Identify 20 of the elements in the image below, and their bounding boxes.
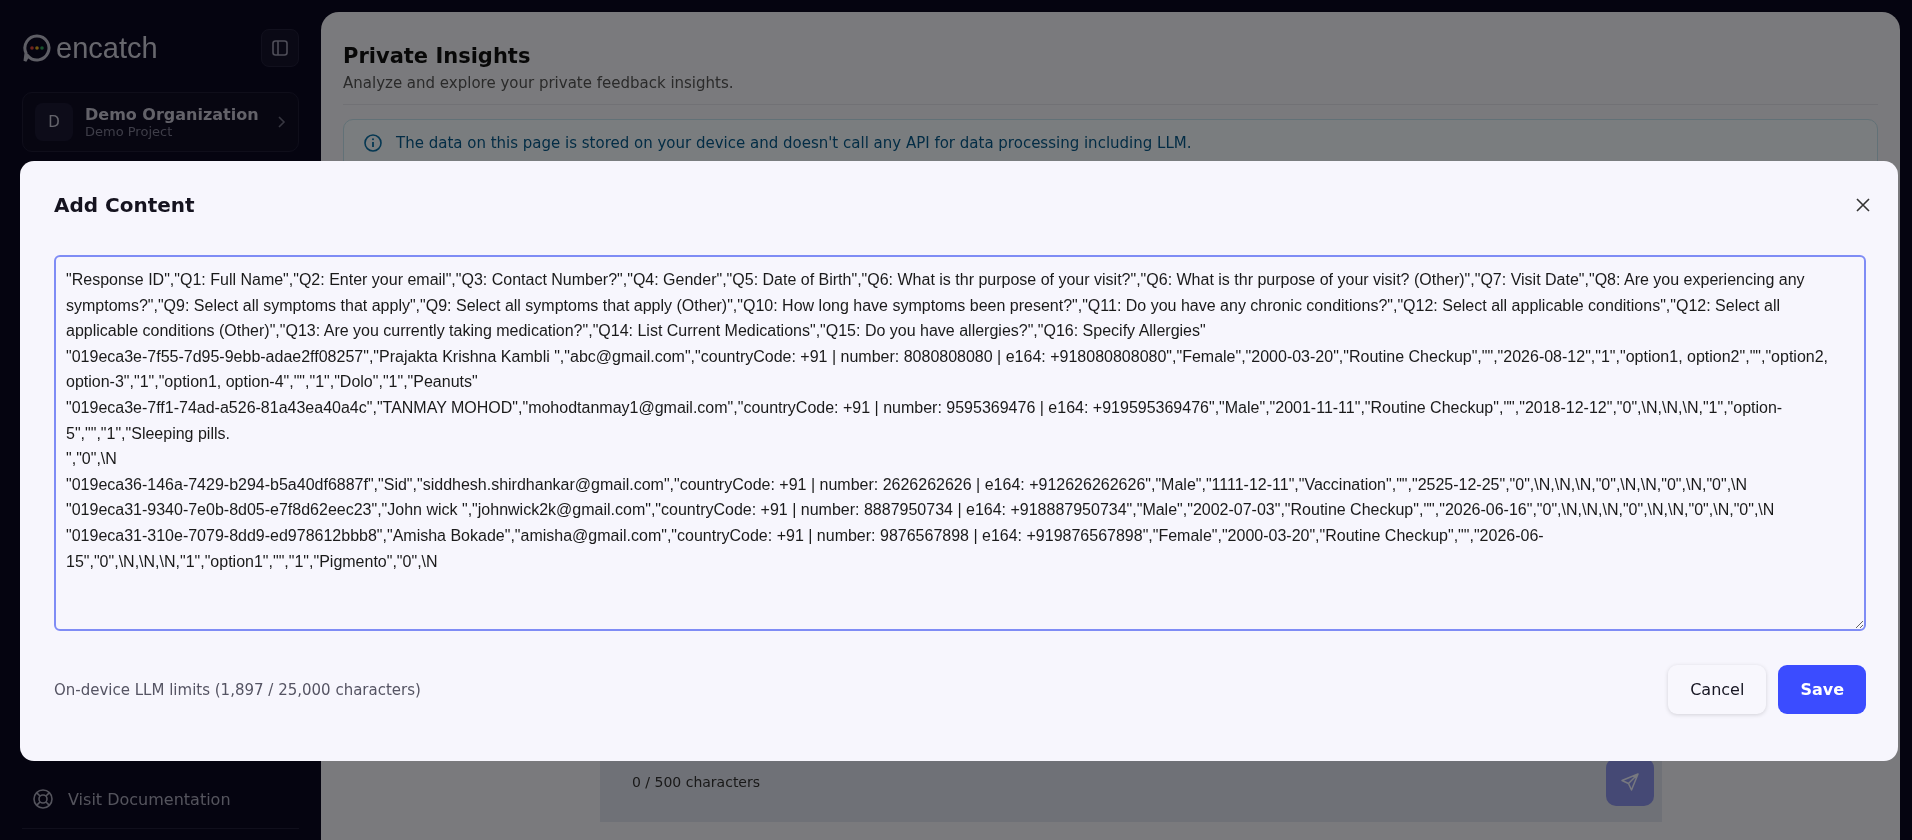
logo-text: encatch bbox=[56, 31, 158, 65]
chevron-right-icon bbox=[276, 115, 286, 129]
cancel-button[interactable]: Cancel bbox=[1668, 665, 1767, 714]
save-button[interactable]: Save bbox=[1778, 665, 1866, 714]
send-button[interactable] bbox=[1606, 758, 1654, 806]
info-icon bbox=[364, 134, 382, 152]
info-text: The data on this page is stored on your device and doesn't call any API for data processing including LLM. bbox=[396, 134, 1192, 152]
page-subtitle: Analyze and explore your private feedback insights. bbox=[343, 74, 735, 92]
organization-name: Demo Organization bbox=[85, 105, 260, 124]
character-limit-note: On-device LLM limits (1,897 / 25,000 characters) bbox=[54, 680, 421, 699]
sidebar-panel-icon bbox=[271, 39, 289, 57]
dialog-title: Add Content bbox=[54, 193, 195, 217]
character-counter: 0 / 500 characters bbox=[632, 774, 761, 790]
page-title: Private Insights bbox=[343, 44, 532, 68]
sidebar-toggle-button[interactable] bbox=[261, 29, 299, 67]
content-textarea[interactable]: "Response ID","Q1: Full Name","Q2: Enter your email","Q3: Contact Number?","Q4: Gender","Q5: Date of Birth","Q6: What is thr purpose of your visit?","Q6: What is thr purpose of your visit? (Other)","Q7: Visit Date","Q8: Are you experiencing any symptoms?","Q9: Select all symptoms that apply","Q9: Select all symptoms that apply (Other)","Q10: How long have symptoms been present?","Q11: Do you have any chronic conditions?","Q12: Select all applicable conditions","Q12: Select all applicable conditions (Other)","Q13: Are you currently taking medication?","Q14: List Current Medications","Q15: Do you have allergies?","Q16: Specify Allergies" "019eca3e-7f55-7d95-9ebb-adae2ff08257","Prajakta Krishna Kambli ","abc@gmail.com","countryCode: +91 | number: 8080808080 | e164: +918080808080","Female","2000-03-20","Routine Checkup","","2026-08-12","1","option1, option2","","option2, option-3","1","option1, option-4","","1","Dolo","1","Peanuts" "019eca3e-7ff1-74ad-a526-81a43ea40a4c","TANMAY MOHOD","mohodtanmay1@gmail.com","countryCode: +91 | number: 9595369476 | e164: +919595369476","Male","2001-11-11","Routine Checkup","","2018-12-12","0",\N,\N,\N,"1","option-5","","1","Sleeping pills. ","0",\N "019eca36-146a-7429-b294-b5a40df6887f","Sid","siddhesh.shirdhankar@gmail.com","countryCode: +91 | number: 2626262626 | e164: +912626262626","Male","1111-12-11","Vaccination","","2525-12-25","0",\N,\N,\N,"0",\N,\N,"0",\N,"0",\N "019eca31-9340-7e0b-8d05-e7f8d62eec23","John wick ","johnwick2k@gmail.com","countryCode: +91 | number: 8887950734 | e164: +918887950734","Male","2002-07-03","Routine Checkup","","2026-06-16","0",\N,\N,\N,"0",\N,\N,"0",\N,"0",\N "019eca31-310e-7079-8dd9-ed978612bbb8","Amisha Bokade","amisha@gmail.com","countryCode: +91 | number: 9876567898 | e164: +919876567898","Female","2000-03-20","Routine Checkup","","2026-06-15","0",\N,\N,\N,"1","option1","","1","Pigmento","0",\N bbox=[54, 255, 1866, 631]
lifebuoy-icon bbox=[32, 788, 54, 810]
send-icon bbox=[1620, 772, 1640, 792]
logo-icon bbox=[22, 33, 52, 63]
organization-avatar: D bbox=[35, 103, 73, 141]
